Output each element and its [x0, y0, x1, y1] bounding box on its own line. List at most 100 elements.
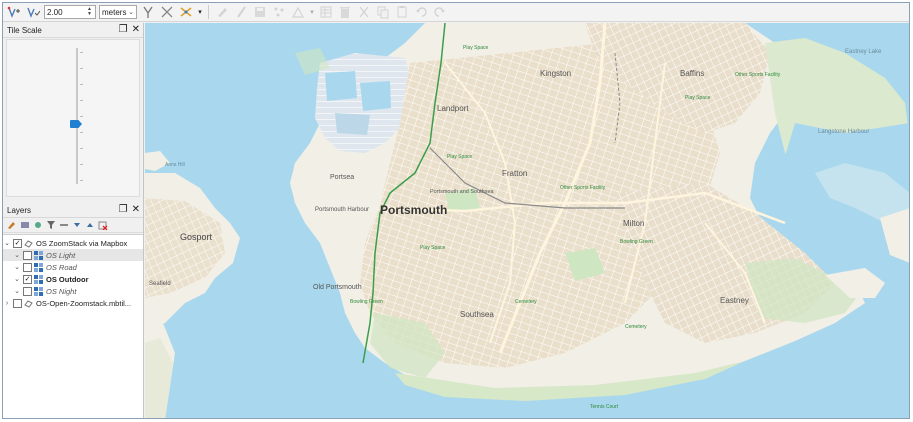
tile-scale-slider[interactable] [76, 48, 78, 184]
layer-label: OS Night [46, 286, 77, 296]
spinner-arrows-icon[interactable]: ▲ ▼ [87, 7, 94, 18]
layer-row[interactable]: ⌄ OS Light [3, 249, 143, 261]
map-label-bowling-green: Bowling Green [620, 239, 653, 245]
panel-title: Layers [7, 205, 32, 215]
copy-icon[interactable] [375, 4, 391, 20]
tile-layer-icon [34, 250, 43, 260]
layer-checkbox[interactable]: ✓ [13, 238, 22, 248]
slider-tick [80, 84, 83, 85]
slider-tick [80, 100, 83, 101]
float-panel-icon[interactable]: ❐ [119, 204, 128, 216]
map-label-portsmouth-and-southsea: Portsmouth and Southsea [430, 189, 495, 195]
panel-title: Tile Scale [7, 25, 42, 35]
left-dock: Tile Scale ❐ ✕ Layers ❐ ✕ ⌄ ✓ OS ZoomSta… [3, 23, 144, 418]
map-label-eastney: Eastney [720, 296, 749, 305]
layers-toolbar [3, 218, 143, 233]
undo-icon[interactable] [413, 4, 429, 20]
style-layers-icon[interactable] [6, 220, 17, 231]
map-label-anns-hill: Anns Hill [165, 162, 185, 168]
layer-row[interactable]: ⌄ ✓ OS Outdoor [3, 273, 143, 285]
map-label-portsea: Portsea [330, 174, 354, 181]
layer-label: OS Outdoor [46, 274, 89, 284]
slider-tick [80, 180, 83, 181]
map-label-other-sports-facility: Other Sports Facility [560, 185, 606, 191]
close-icon[interactable]: ✕ [132, 24, 140, 36]
layer-checkbox[interactable] [23, 262, 32, 272]
filter-expression-icon[interactable] [58, 220, 69, 231]
slider-tick [80, 52, 83, 53]
digitize-icon[interactable] [290, 4, 306, 20]
map-label-eastney-lake: Eastney Lake [845, 49, 882, 55]
layers-panel: Layers ❐ ✕ ⌄ ✓ OS ZoomStack via Mapbox ⌄… [3, 203, 143, 418]
layer-row[interactable]: ⌄ OS Road [3, 261, 143, 273]
slider-tick [80, 164, 83, 165]
layer-checkbox[interactable] [23, 286, 32, 296]
delete-icon[interactable] [337, 4, 353, 20]
map-label-portsmouth-harbour: Portsmouth Harbour [315, 207, 369, 213]
layer-row[interactable]: ⌄ OS Night [3, 285, 143, 297]
map-label-kingston: Kingston [540, 69, 571, 78]
layer-checkbox[interactable]: ✓ [23, 274, 32, 284]
map-label-play-space: Play Space [685, 95, 711, 101]
dropdown-arrow-icon[interactable]: ▾ [197, 4, 203, 20]
slider-tick [80, 68, 83, 69]
map-render: Portsmouth Gosport Southsea Fratton Milt… [145, 23, 909, 418]
paste-icon[interactable] [394, 4, 410, 20]
remove-layer-icon[interactable] [97, 220, 108, 231]
units-select[interactable]: meters ⌄ [99, 5, 137, 19]
expand-arrow-icon[interactable]: ⌄ [13, 263, 21, 271]
vertex-tool-icon[interactable] [6, 4, 22, 20]
map-label-bowling-green: Bowling Green [350, 299, 383, 305]
map-label-cemetery: Cemetery [625, 324, 647, 330]
map-label-milton: Milton [623, 219, 644, 228]
expand-arrow-icon[interactable]: ⌄ [13, 275, 21, 283]
trim-icon[interactable] [178, 4, 194, 20]
cut-icon[interactable] [356, 4, 372, 20]
map-label-gosport: Gosport [180, 232, 213, 242]
filter-legend-icon[interactable] [45, 220, 56, 231]
manage-map-themes-icon[interactable] [32, 220, 43, 231]
toolbar-separator [208, 5, 209, 19]
add-point-icon[interactable] [271, 4, 287, 20]
map-label-play-space: Play Space [447, 154, 473, 160]
edit-icon[interactable] [214, 4, 230, 20]
collapse-all-icon[interactable] [84, 220, 95, 231]
expand-arrow-icon[interactable]: ⌄ [13, 287, 21, 295]
expand-arrow-icon[interactable]: › [3, 300, 11, 307]
map-label-play-space: Play Space [420, 245, 446, 251]
layer-tree: ⌄ ✓ OS ZoomStack via Mapbox ⌄ OS Light ⌄… [3, 234, 143, 418]
map-canvas[interactable]: Portsmouth Gosport Southsea Fratton Milt… [145, 23, 909, 418]
map-label-old-portsmouth: Old Portsmouth [313, 284, 362, 291]
layer-checkbox[interactable] [13, 298, 22, 308]
expand-all-icon[interactable] [71, 220, 82, 231]
save-edits-icon[interactable] [252, 4, 268, 20]
map-label-landport: Landport [437, 104, 469, 113]
layer-group-row[interactable]: ⌄ ✓ OS ZoomStack via Mapbox [3, 237, 143, 249]
slider-handle[interactable] [70, 120, 82, 128]
slider-tick [80, 132, 83, 133]
units-value: meters [102, 7, 127, 17]
add-group-icon[interactable] [19, 220, 30, 231]
close-icon[interactable]: ✕ [132, 204, 140, 216]
tolerance-value: 2.00 [47, 7, 63, 17]
float-panel-icon[interactable]: ❐ [119, 24, 128, 36]
tile-layer-icon [34, 274, 43, 284]
layer-checkbox[interactable] [23, 250, 32, 260]
tolerance-input[interactable]: 2.00 ▲ ▼ [44, 5, 96, 19]
layer-label: OS Road [46, 262, 77, 272]
vertex-tool-selected-icon[interactable] [25, 4, 41, 20]
expand-arrow-icon[interactable]: ⌄ [3, 239, 11, 247]
attribute-table-icon[interactable] [318, 4, 334, 20]
split-icon[interactable] [140, 4, 156, 20]
map-label-cemetery: Cemetery [515, 299, 537, 305]
digitizing-toolbar: 2.00 ▲ ▼ meters ⌄ ▾ ▾ [3, 3, 909, 22]
dropdown-arrow-icon[interactable]: ▾ [309, 4, 315, 20]
layer-group-row[interactable]: › OS-Open-Zoomstack.mbtil... [3, 297, 143, 309]
tile-layer-icon [34, 262, 43, 272]
expand-arrow-icon[interactable]: ⌄ [13, 251, 21, 259]
redo-icon[interactable] [432, 4, 448, 20]
pencil-icon[interactable] [233, 4, 249, 20]
map-label-tennis-court: Tennis Court [590, 404, 619, 410]
tile-scale-panel: Tile Scale ❐ ✕ [3, 23, 143, 200]
scissors-icon[interactable] [159, 4, 175, 20]
